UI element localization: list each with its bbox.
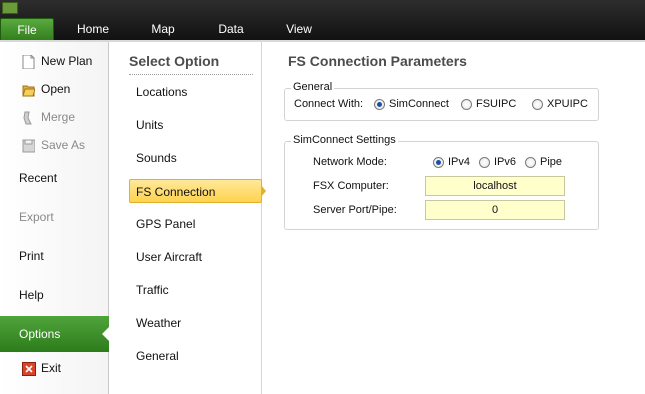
option-locations[interactable]: Locations [129, 80, 262, 104]
menu-recent-label: Recent [19, 171, 58, 185]
menu-exit-label: Exit [41, 361, 62, 375]
general-group: General Connect With: SimConnect FSUIPC … [284, 81, 599, 121]
menu-new-plan-label: New Plan [41, 54, 93, 68]
menu-options[interactable]: Options [0, 316, 110, 352]
merge-icon [22, 110, 35, 125]
ribbon-tab-bar: File Home Map Data View [0, 0, 645, 42]
option-fs-connection-label: FS Connection [136, 185, 216, 199]
tab-view[interactable]: View [272, 21, 326, 42]
exit-icon [22, 361, 36, 376]
option-units[interactable]: Units [129, 113, 262, 137]
connect-with-label: Connect With: [294, 98, 364, 110]
menu-merge-label: Merge [41, 110, 76, 124]
radio-ipv4-label[interactable]: IPv4 [448, 156, 470, 168]
menu-export-label: Export [19, 210, 54, 224]
option-fs-connection[interactable]: FS Connection [129, 179, 266, 203]
menu-recent[interactable]: Recent [0, 167, 109, 189]
option-user-aircraft[interactable]: User Aircraft [129, 245, 262, 269]
general-legend: General [291, 81, 335, 93]
radio-ipv4[interactable] [433, 157, 444, 168]
option-gps-panel[interactable]: GPS Panel [129, 212, 262, 236]
option-general[interactable]: General [129, 344, 262, 368]
radio-simconnect-label[interactable]: SimConnect [389, 98, 449, 110]
menu-print-label: Print [19, 249, 44, 263]
option-weather[interactable]: Weather [129, 311, 262, 335]
floppy-disk-icon [22, 138, 36, 153]
selection-notch [102, 326, 110, 342]
option-traffic[interactable]: Traffic [129, 278, 262, 302]
fs-connection-panel: FS Connection Parameters General Connect… [263, 42, 645, 394]
options-list-panel: Select Option Locations Units Sounds FS … [110, 42, 266, 394]
fsx-computer-input[interactable]: localhost [425, 176, 565, 196]
option-sounds[interactable]: Sounds [129, 146, 262, 170]
tab-file[interactable]: File [0, 18, 54, 42]
menu-export[interactable]: Export [0, 206, 109, 228]
radio-fsuipc-label[interactable]: FSUIPC [476, 98, 516, 110]
radio-pipe-label[interactable]: Pipe [540, 156, 562, 168]
menu-help[interactable]: Help [0, 284, 109, 306]
menu-print[interactable]: Print [0, 245, 109, 267]
radio-ipv6-label[interactable]: IPv6 [494, 156, 516, 168]
simconnect-legend: SimConnect Settings [291, 134, 398, 146]
menu-open-label: Open [41, 82, 71, 96]
menu-open[interactable]: Open [0, 78, 109, 100]
radio-xpuipc-label[interactable]: XPUIPC [547, 98, 588, 110]
app-icon [2, 2, 18, 14]
radio-pipe[interactable] [525, 157, 536, 168]
fsx-computer-label: FSX Computer: [313, 180, 389, 192]
server-port-input[interactable]: 0 [425, 200, 565, 220]
tab-map[interactable]: Map [136, 21, 190, 42]
simconnect-settings-group: SimConnect Settings Network Mode: IPv4 I… [284, 134, 599, 230]
menu-exit[interactable]: Exit [0, 357, 109, 379]
radio-xpuipc[interactable] [532, 99, 543, 110]
options-divider [129, 74, 253, 75]
server-port-label: Server Port/Pipe: [313, 204, 397, 216]
page-title: FS Connection Parameters [288, 53, 467, 69]
menu-save-as-label: Save As [41, 138, 86, 152]
backstage-menu: New Plan Open Merge Save As Recent Expor… [0, 42, 110, 394]
menu-options-label: Options [19, 327, 61, 341]
network-mode-label: Network Mode: [313, 156, 387, 168]
tab-home[interactable]: Home [66, 21, 120, 42]
options-heading: Select Option [129, 53, 220, 69]
menu-merge[interactable]: Merge [0, 106, 109, 128]
menu-new-plan[interactable]: New Plan [0, 50, 109, 72]
menu-help-label: Help [19, 288, 44, 302]
menu-save-as[interactable]: Save As [0, 134, 109, 156]
new-page-icon [22, 54, 35, 70]
radio-fsuipc[interactable] [461, 99, 472, 110]
tab-data[interactable]: Data [204, 21, 258, 42]
radio-simconnect[interactable] [374, 99, 385, 110]
folder-open-icon [22, 82, 36, 97]
radio-ipv6[interactable] [479, 157, 490, 168]
